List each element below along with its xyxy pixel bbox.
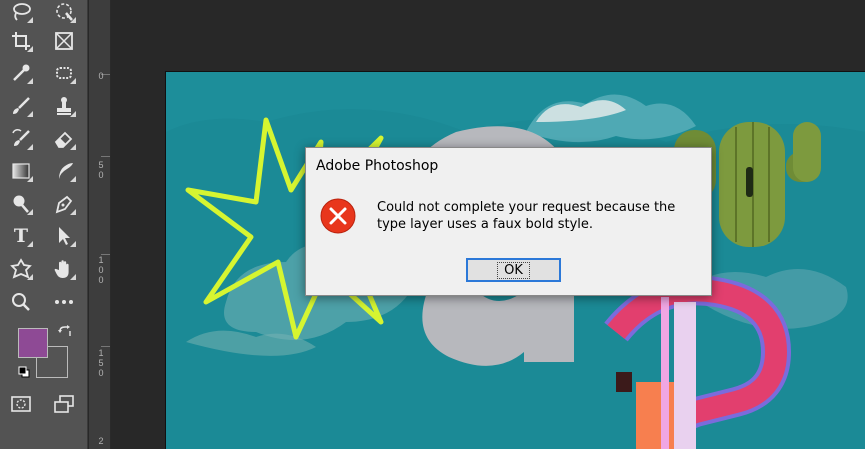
crop-tool[interactable] xyxy=(7,27,35,55)
clone-stamp-tool[interactable] xyxy=(50,92,78,120)
tool-group-indicator xyxy=(70,17,76,23)
tool-group-indicator xyxy=(27,46,33,52)
ruler-label: 2 xyxy=(98,436,104,446)
brush-tool[interactable] xyxy=(7,92,35,120)
tool-group-indicator xyxy=(27,144,33,150)
dialog-message: Could not complete your request because … xyxy=(377,200,676,232)
dialog-title: Adobe Photoshop xyxy=(316,158,439,174)
quick-mask-icon xyxy=(11,396,31,412)
tool-group-indicator xyxy=(70,111,76,117)
tool-group-indicator xyxy=(27,17,33,23)
frame-icon xyxy=(55,32,73,50)
eyedropper-tool[interactable] xyxy=(7,59,35,87)
dodge-tool[interactable] xyxy=(7,190,35,218)
zoom-icon xyxy=(12,293,30,311)
tool-group-indicator xyxy=(70,78,76,84)
screen-mode-icon xyxy=(54,395,74,413)
error-dialog: Adobe Photoshop Could not complete your … xyxy=(305,147,712,296)
default-colors-icon[interactable] xyxy=(18,366,30,378)
tool-group-indicator xyxy=(70,209,76,215)
shape-tool[interactable] xyxy=(7,255,35,283)
ruler-label: 1 5 0 xyxy=(98,348,104,378)
swap-colors-icon[interactable] xyxy=(57,325,73,341)
tool-group-indicator xyxy=(27,209,33,215)
hand-tool[interactable] xyxy=(50,255,78,283)
tool-group-indicator xyxy=(27,274,33,280)
tool-group-indicator xyxy=(70,241,76,247)
ok-button-label: OK xyxy=(497,261,530,279)
frame-tool[interactable] xyxy=(50,27,78,55)
gradient-tool[interactable] xyxy=(7,157,35,185)
ruler-label: 1 0 0 xyxy=(98,255,104,285)
tool-group-indicator xyxy=(27,241,33,247)
photoshop-window: T 0 5 0 1 0 0 1 5 0 2 Adobe Photoshop Co… xyxy=(0,0,865,449)
quick-mask-button[interactable] xyxy=(7,390,35,418)
type-tool[interactable]: T xyxy=(7,222,35,250)
path-selection-tool[interactable] xyxy=(50,222,78,250)
type-icon: T xyxy=(13,225,29,247)
pen-tool[interactable] xyxy=(50,190,78,218)
ruler-label: 0 xyxy=(98,71,104,81)
ruler-label: 5 0 xyxy=(98,160,104,180)
tool-group-indicator xyxy=(70,176,76,182)
eraser-tool[interactable] xyxy=(50,125,78,153)
blur-tool[interactable] xyxy=(50,157,78,185)
screen-mode-button[interactable] xyxy=(50,390,78,418)
tool-group-indicator xyxy=(70,274,76,280)
ok-button[interactable]: OK xyxy=(466,258,561,282)
tools-panel: T xyxy=(0,0,88,449)
foreground-color-swatch[interactable] xyxy=(18,328,48,358)
vertical-ruler: 0 5 0 1 0 0 1 5 0 2 xyxy=(89,0,111,449)
history-brush-tool[interactable] xyxy=(7,125,35,153)
tool-group-indicator xyxy=(27,111,33,117)
more-tools[interactable] xyxy=(50,288,78,316)
lasso-tool[interactable] xyxy=(7,0,35,26)
zoom-tool[interactable] xyxy=(7,288,35,316)
tool-group-indicator xyxy=(27,78,33,84)
quick-selection-tool[interactable] xyxy=(50,0,78,26)
tool-group-indicator xyxy=(70,144,76,150)
ruler-tick xyxy=(101,156,110,157)
tool-group-indicator xyxy=(27,176,33,182)
spot-healing-tool[interactable] xyxy=(50,59,78,87)
error-icon xyxy=(320,198,356,234)
ellipsis-icon xyxy=(55,300,73,304)
ruler-tick xyxy=(101,346,110,347)
